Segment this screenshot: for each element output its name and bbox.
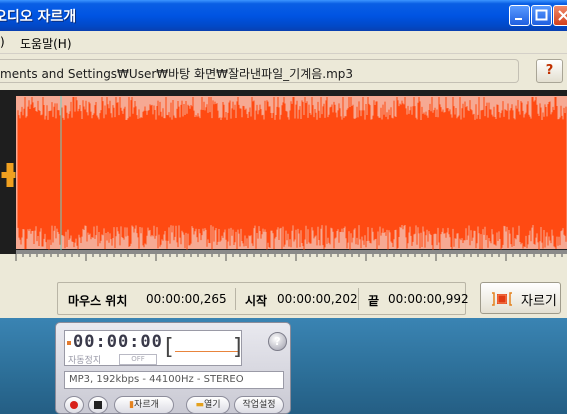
player-format-info: MP3, 192kbps - 44100Hz - STEREO xyxy=(64,371,284,389)
record-indicator xyxy=(67,341,71,345)
title-bar[interactable]: 오디오 자르개 xyxy=(0,0,567,31)
folder-icon: ▬ xyxy=(195,400,204,410)
settings-button[interactable]: 작업설정 xyxy=(234,396,284,414)
start-label: 시작 xyxy=(245,294,268,308)
player-help-button[interactable]: ? xyxy=(268,332,287,351)
level-meter xyxy=(175,351,239,352)
end-value: 00:00:00,992 xyxy=(388,292,469,306)
menu-bar: ) 도움말(H) xyxy=(0,31,567,54)
stop-icon xyxy=(94,401,102,409)
open-cutter-button[interactable]: ▮자르개 xyxy=(114,396,174,414)
level-bracket-right: ] xyxy=(233,335,242,360)
cut-button-label: 자르기 xyxy=(521,294,557,309)
waveform-graph[interactable] xyxy=(0,90,567,260)
end-label: 끝 xyxy=(368,294,380,308)
open-file-button[interactable]: ▬열기 xyxy=(186,396,230,414)
position-status: 마우스 위치 00:00:00,265 시작 00:00:00,202 끝 00… xyxy=(57,282,469,315)
mini-player: 00:00:00 자동정지 OFF [ ] ? MP3, 192kbps - 4… xyxy=(55,322,291,414)
close-button[interactable] xyxy=(553,5,567,26)
divider xyxy=(358,288,359,310)
record-button[interactable] xyxy=(64,396,84,414)
window-title: 오디오 자르개 xyxy=(0,9,77,25)
auto-stop-label: 자동정지 xyxy=(68,356,102,366)
menu-item-truncated[interactable]: ) xyxy=(0,35,5,49)
level-bracket-left: [ xyxy=(165,335,174,360)
stop-button[interactable] xyxy=(88,396,108,414)
waveform-panel[interactable] xyxy=(0,90,567,260)
open-file-label: 열기 xyxy=(203,400,221,410)
maximize-button[interactable] xyxy=(531,5,552,26)
open-cutter-label: 자르개 xyxy=(134,400,159,410)
auto-stop-toggle[interactable]: OFF xyxy=(119,354,157,365)
cut-button[interactable]: 자르기 xyxy=(480,282,561,314)
minimize-icon xyxy=(515,18,522,20)
maximize-icon xyxy=(535,9,548,21)
time-ruler xyxy=(0,254,567,262)
close-icon xyxy=(558,10,567,21)
divider xyxy=(235,288,236,310)
menu-item-help[interactable]: 도움말(H) xyxy=(20,35,72,52)
mouse-position-label: 마우스 위치 xyxy=(68,294,128,308)
settings-label: 작업설정 xyxy=(242,400,276,410)
audio-cutter-window: 오디오 자르개 ) 도움말(H) ments and Settings₩User… xyxy=(0,0,567,318)
player-display: 00:00:00 자동정지 OFF [ ] xyxy=(64,330,242,366)
record-icon xyxy=(70,401,78,409)
file-path-text: ments and Settings₩User₩바탕 화면₩잘라낸파일_기계음.… xyxy=(0,67,354,81)
player-time: 00:00:00 xyxy=(73,332,163,352)
help-button[interactable]: ? xyxy=(536,59,563,83)
cut-icon xyxy=(492,292,512,306)
file-path-field[interactable]: ments and Settings₩User₩바탕 화면₩잘라낸파일_기계음.… xyxy=(0,59,519,83)
mouse-position-value: 00:00:00,265 xyxy=(146,292,227,306)
minimize-button[interactable] xyxy=(509,5,530,26)
start-value: 00:00:00,202 xyxy=(277,292,358,306)
